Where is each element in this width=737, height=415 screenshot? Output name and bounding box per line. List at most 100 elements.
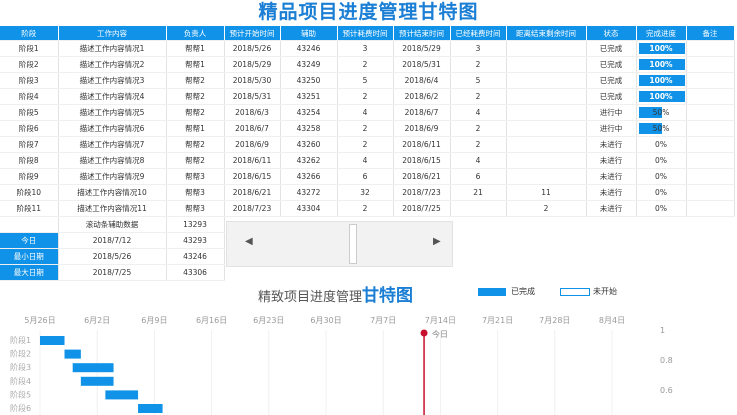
scroll-aux-label: 滚动条辅助数据 bbox=[58, 216, 167, 233]
cell-start: 2018/6/9 bbox=[224, 136, 281, 153]
cell-note bbox=[686, 88, 735, 105]
gantt-bar bbox=[72, 363, 114, 373]
cell-owner: 帮帮2 bbox=[166, 88, 225, 105]
progress-label: 0% bbox=[655, 140, 667, 149]
cell-owner: 帮帮1 bbox=[166, 40, 225, 57]
gantt-bar bbox=[64, 349, 81, 359]
x-tick-label: 6月9日 bbox=[141, 316, 167, 325]
table-header-row: 阶段 工作内容 负责人 预计开始时间 辅助 预计耗费时间 预计结束时间 已经耗费时间 距离结束剩… bbox=[0, 26, 735, 41]
cell-end: 2018/6/2 bbox=[393, 88, 451, 105]
cell-remain bbox=[506, 56, 587, 73]
column-header: 预计耗费时间 bbox=[337, 26, 394, 41]
cell-note bbox=[686, 200, 735, 217]
cell-content: 描述工作内容情况1 bbox=[58, 40, 167, 57]
cell-content: 描述工作内容情况6 bbox=[58, 120, 167, 137]
cell-remain bbox=[506, 120, 587, 137]
stage-label: 阶段2 bbox=[10, 349, 31, 359]
x-tick-label: 7月14日 bbox=[425, 316, 456, 325]
cell-end: 2018/6/15 bbox=[393, 152, 451, 169]
cell-status: 已完成 bbox=[586, 88, 637, 105]
stage-label: 阶段6 bbox=[10, 403, 31, 413]
progress-label: 0% bbox=[655, 156, 667, 165]
table-row: 阶段11 描述工作内容情况11 帮帮3 2018/7/23 43304 2 2018/7/2… bbox=[0, 200, 735, 217]
cell-start: 2018/7/23 bbox=[224, 200, 281, 217]
scroll-right-arrow-icon[interactable]: ▶ bbox=[433, 236, 441, 247]
scroll-aux-value: 13293 bbox=[166, 216, 225, 233]
cell-owner: 帮帮1 bbox=[166, 120, 225, 137]
summary-label: 最大日期 bbox=[0, 264, 59, 281]
cell-aux: 43260 bbox=[280, 136, 338, 153]
cell-remain: 11 bbox=[506, 184, 587, 201]
progress-cell: 50% bbox=[636, 104, 687, 121]
cell-owner: 帮帮3 bbox=[166, 184, 225, 201]
y-tick-label: 0.6 bbox=[660, 386, 673, 395]
cell-spent: 6 bbox=[450, 168, 507, 185]
progress-cell: 0% bbox=[636, 168, 687, 185]
x-tick-label: 7月7日 bbox=[370, 316, 396, 325]
cell-note bbox=[686, 56, 735, 73]
cell-end: 2018/7/25 bbox=[393, 200, 451, 217]
cell-remain bbox=[506, 168, 587, 185]
cell-spent: 2 bbox=[450, 136, 507, 153]
cell-spent: 2 bbox=[450, 120, 507, 137]
cell-note bbox=[686, 72, 735, 89]
cell-stage: 阶段9 bbox=[0, 168, 59, 185]
table-row: 阶段5 描述工作内容情况5 帮帮2 2018/6/3 43254 4 2018/6/7 4 进行… bbox=[0, 104, 735, 121]
column-header: 状态 bbox=[586, 26, 637, 41]
table-row: 阶段9 描述工作内容情况9 帮帮3 2018/6/15 43266 6 2018/6/21 6… bbox=[0, 168, 735, 185]
column-header: 备注 bbox=[686, 26, 735, 41]
gantt-bar bbox=[138, 404, 163, 413]
cell-spent: 2 bbox=[450, 88, 507, 105]
column-header: 预计结束时间 bbox=[393, 26, 451, 41]
progress-label: 50% bbox=[652, 108, 670, 117]
x-tick-label: 7月28日 bbox=[539, 316, 570, 325]
column-header: 预计开始时间 bbox=[224, 26, 281, 41]
cell-end: 2018/7/23 bbox=[393, 184, 451, 201]
cell-remain bbox=[506, 152, 587, 169]
progress-label: 100% bbox=[649, 76, 673, 85]
cell-start: 2018/6/15 bbox=[224, 168, 281, 185]
cell-owner: 帮帮1 bbox=[166, 56, 225, 73]
cell-start: 2018/5/30 bbox=[224, 72, 281, 89]
cell-end: 2018/6/4 bbox=[393, 72, 451, 89]
cell-stage: 阶段6 bbox=[0, 120, 59, 137]
column-header: 工作内容 bbox=[58, 26, 167, 41]
progress-cell: 0% bbox=[636, 184, 687, 201]
x-tick-label: 6月16日 bbox=[196, 316, 227, 325]
cell-note bbox=[686, 104, 735, 121]
cell-note bbox=[686, 184, 735, 201]
legend-todo-label: 未开始 bbox=[593, 287, 617, 296]
cell-status: 未进行 bbox=[586, 136, 637, 153]
cell-status: 未进行 bbox=[586, 184, 637, 201]
cell-start: 2018/5/26 bbox=[224, 40, 281, 57]
cell-end: 2018/6/7 bbox=[393, 104, 451, 121]
cell-aux: 43304 bbox=[280, 200, 338, 217]
cell-content: 描述工作内容情况10 bbox=[58, 184, 167, 201]
cell-plan: 3 bbox=[337, 40, 394, 57]
cell-note bbox=[686, 152, 735, 169]
cell-remain bbox=[506, 104, 587, 121]
cell-content: 描述工作内容情况4 bbox=[58, 88, 167, 105]
cell-spent bbox=[450, 200, 507, 217]
scrollbar-thumb[interactable] bbox=[349, 224, 357, 264]
stage-label: 阶段1 bbox=[10, 335, 31, 345]
cell-aux: 43272 bbox=[280, 184, 338, 201]
cell-owner: 帮帮2 bbox=[166, 104, 225, 121]
table-row: 阶段8 描述工作内容情况8 帮帮2 2018/6/11 43262 4 2018/6/15 4… bbox=[0, 152, 735, 169]
cell-start: 2018/5/31 bbox=[224, 88, 281, 105]
cell-content: 描述工作内容情况11 bbox=[58, 200, 167, 217]
cell-note bbox=[686, 120, 735, 137]
cell-spent: 4 bbox=[450, 104, 507, 121]
horizontal-scrollbar[interactable]: ◀ ▶ bbox=[226, 221, 453, 267]
cell-owner: 帮帮3 bbox=[166, 200, 225, 217]
stage-label: 阶段4 bbox=[10, 376, 31, 386]
cell-plan: 6 bbox=[337, 168, 394, 185]
cell-owner: 帮帮3 bbox=[166, 168, 225, 185]
cell-remain bbox=[506, 88, 587, 105]
cell-aux: 43266 bbox=[280, 168, 338, 185]
column-header: 负责人 bbox=[166, 26, 225, 41]
cell-plan: 5 bbox=[337, 72, 394, 89]
gantt-chart: 5月26日 6月2日 6月9日 6月16日 6月23日 6月30日 7月7日 7月14日 7月2… bbox=[10, 316, 673, 415]
summary-date: 2018/7/12 bbox=[58, 232, 167, 249]
scroll-left-arrow-icon[interactable]: ◀ bbox=[245, 236, 253, 247]
